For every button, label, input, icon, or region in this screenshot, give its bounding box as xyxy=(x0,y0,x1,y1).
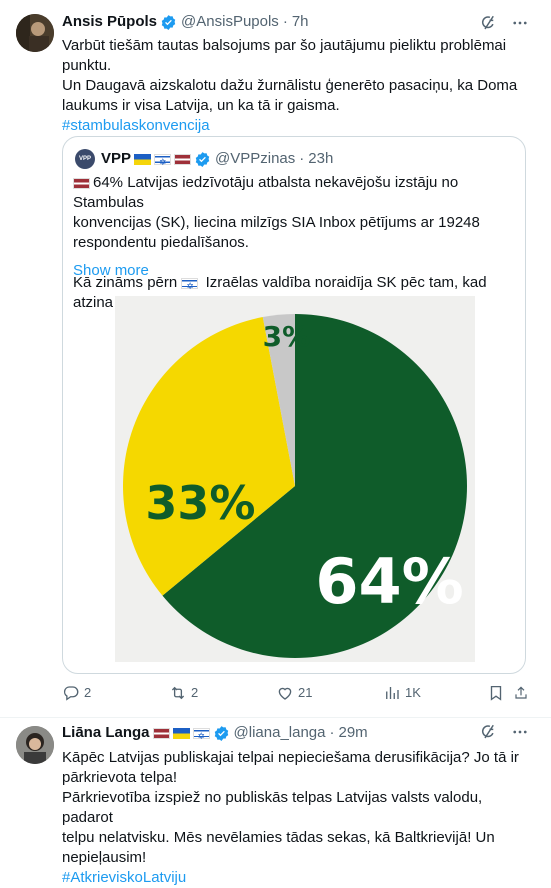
pie-label-33pct: 33% xyxy=(145,476,255,530)
tweet-text-line: nepieļausim! xyxy=(62,849,147,866)
quote-header: VPP VPP @VPPzinas · 23h xyxy=(75,149,333,172)
timestamp[interactable]: 7h xyxy=(292,12,309,32)
author-handle[interactable]: @liana_langa xyxy=(234,723,326,743)
israel-flag-icon xyxy=(181,276,199,296)
like-button[interactable]: 21 xyxy=(276,683,383,703)
tweet-text-line: Kāpēc Latvijas publiskajai telpai nepiec… xyxy=(62,749,519,766)
reply-button[interactable]: 2 xyxy=(62,683,169,703)
quote-text: 64% Latvijas iedzīvotāju atbalsta nekavē… xyxy=(73,173,513,313)
show-more-link[interactable]: Show more xyxy=(73,261,149,281)
share-icon xyxy=(515,686,527,699)
like-count: 21 xyxy=(298,685,313,700)
bookmark-icon xyxy=(490,685,502,701)
pie-chart-svg: 64% 33% 3% xyxy=(123,314,467,658)
separator: · xyxy=(329,724,335,741)
latvia-flag-icon xyxy=(73,177,90,189)
reply-icon xyxy=(63,686,79,701)
author-name[interactable]: Liāna Langa xyxy=(62,723,150,743)
repost-button[interactable]: 2 xyxy=(169,683,276,703)
share-button[interactable] xyxy=(513,684,533,702)
repost-icon xyxy=(171,686,185,700)
tweet-actions: 2 2 21 1K xyxy=(62,683,536,703)
tweet-text: Varbūt tiešām tautas balsojums par šo ja… xyxy=(62,36,535,136)
quote-text-line: respondentu piedalīšanos. xyxy=(73,234,249,251)
hashtag-link[interactable]: #AtkrieviskoLatviju xyxy=(62,869,186,886)
tweet-text-line: Varbūt tiešām tautas balsojums par šo ja… xyxy=(62,37,507,54)
latvia-flag-icon xyxy=(174,153,192,165)
avatar[interactable] xyxy=(16,726,54,764)
views-count: 1K xyxy=(405,685,421,700)
ukraine-flag-icon xyxy=(134,153,152,165)
grok-icon[interactable] xyxy=(479,14,497,32)
hashtag-link[interactable]: #stambulaskonvencija xyxy=(62,117,210,134)
tweet-text: Kāpēc Latvijas publiskajai telpai nepiec… xyxy=(62,748,535,888)
latvia-flag-icon xyxy=(152,727,170,739)
quote-timestamp[interactable]: 23h xyxy=(308,149,333,169)
tweet-text-line: laukums ir visa Latvija, un ka tā ir gai… xyxy=(62,97,340,114)
quoted-tweet[interactable]: VPP VPP @VPPzinas · 23h 64% Latvijas ied… xyxy=(62,136,526,674)
verified-badge-icon xyxy=(214,725,228,741)
verified-badge-icon xyxy=(195,151,210,167)
quote-avatar[interactable]: VPP xyxy=(75,149,95,169)
tweet-text-line: punktu. xyxy=(62,57,112,74)
tweet-text-line: Pārkrievotība izspiež no publiskās telpa… xyxy=(62,789,483,826)
tweet-header: Liāna Langa @liana_langa · 29m xyxy=(62,723,535,746)
quote-handle[interactable]: @VPPzinas xyxy=(215,149,295,169)
author-name[interactable]: Ansis Pūpols xyxy=(62,12,157,32)
pie-chart: 64% 33% 3% xyxy=(115,296,475,662)
quote-text-line: 64% Latvijas iedzīvotāju atbalsta nekavē… xyxy=(73,174,459,211)
reply-count: 2 xyxy=(84,685,92,700)
verified-badge-icon xyxy=(161,14,176,30)
bookmark-button[interactable] xyxy=(487,684,513,702)
timestamp[interactable]: 29m xyxy=(339,723,368,743)
separator: · xyxy=(299,150,305,167)
repost-count: 2 xyxy=(191,685,199,700)
tweet-text-line: Un Daugavā aizskalotu dažu žurnālistu ģe… xyxy=(62,77,518,94)
tweet-header: Ansis Pūpols @AnsisPupols · 7h xyxy=(62,12,535,32)
tweet-text-line: pārkrievota telpa! xyxy=(62,769,178,786)
tweet-ansis-pupols[interactable]: Ansis Pūpols @AnsisPupols · 7h Varbūt ti… xyxy=(0,0,551,718)
like-icon xyxy=(278,687,292,700)
tweet-text-line: telpu nelatvisku. Mēs nevēlamies tādas s… xyxy=(62,829,495,846)
israel-flag-icon xyxy=(192,726,210,746)
pie-label-64pct: 64% xyxy=(315,545,463,618)
avatar[interactable] xyxy=(16,14,54,52)
views-icon xyxy=(386,687,399,699)
ukraine-flag-icon xyxy=(172,727,190,739)
views-button[interactable]: 1K xyxy=(383,683,487,703)
quote-author-name[interactable]: VPP xyxy=(101,149,131,169)
author-handle[interactable]: @AnsisPupols xyxy=(181,12,279,32)
separator: · xyxy=(282,13,288,30)
more-icon[interactable] xyxy=(511,14,529,32)
quote-text-line: konvencijas (SK), liecina milzīgs SIA In… xyxy=(73,214,480,231)
pie-label-3pct: 3% xyxy=(263,320,311,353)
israel-flag-icon xyxy=(154,152,172,172)
top-actions xyxy=(479,14,529,32)
